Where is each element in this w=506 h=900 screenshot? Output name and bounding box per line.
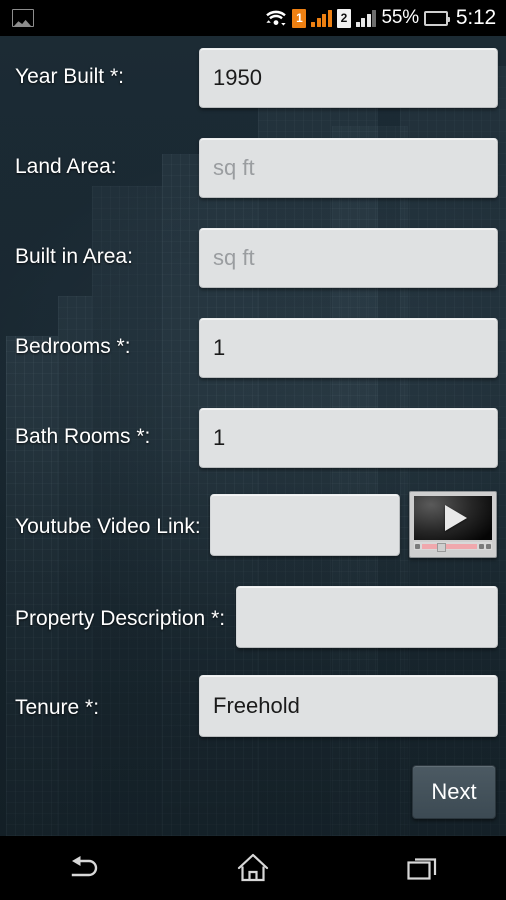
next-button[interactable]: Next <box>412 765 496 819</box>
status-bar-left <box>12 9 34 27</box>
nav-back-button[interactable] <box>0 855 169 881</box>
label-youtube-video-link: Youtube Video Link: <box>15 515 201 538</box>
nav-recents-button[interactable] <box>337 854 506 882</box>
input-tenure[interactable]: Freehold <box>199 675 498 737</box>
label-bedrooms: Bedrooms *: <box>15 335 131 358</box>
label-tenure: Tenure *: <box>15 696 100 719</box>
input-property-description[interactable] <box>236 586 498 648</box>
video-screen <box>414 496 492 540</box>
property-details-form: Year Built *: 1950 Land Area: sq ft Buil… <box>0 36 506 836</box>
sim1-badge: 1 <box>292 8 307 28</box>
label-property-description: Property Description *: <box>15 607 226 630</box>
input-youtube-video-link[interactable] <box>210 494 400 556</box>
status-bar: 1 2 55% 5:12 <box>0 0 506 36</box>
status-bar-right: 1 2 55% 5:12 <box>265 6 496 30</box>
navigation-bar <box>0 836 506 900</box>
label-built-in-area: Built in Area: <box>15 245 133 268</box>
wifi-icon <box>265 9 287 27</box>
label-land-area: Land Area: <box>15 155 117 178</box>
nav-home-button[interactable] <box>169 853 338 883</box>
sim2-badge: 2 <box>336 8 351 28</box>
signal-bars-icon-sim2 <box>355 9 377 27</box>
label-year-built: Year Built *: <box>15 65 124 88</box>
back-icon <box>67 855 101 881</box>
input-bedrooms[interactable]: 1 <box>199 318 498 378</box>
phone-screen: 1 2 55% 5:12 Year Built *: 1950 Land Are… <box>0 0 506 900</box>
battery-icon <box>423 10 450 26</box>
input-bath-rooms[interactable]: 1 <box>199 408 498 468</box>
input-land-area[interactable]: sq ft <box>199 138 498 198</box>
battery-percent: 55% <box>381 7 419 28</box>
home-icon <box>237 853 269 883</box>
clock: 5:12 <box>455 6 496 29</box>
recents-icon <box>406 854 438 882</box>
video-play-thumbnail-icon[interactable] <box>409 491 497 558</box>
label-bath-rooms: Bath Rooms *: <box>15 425 151 448</box>
video-seek-bar <box>414 542 492 552</box>
play-icon <box>445 505 467 531</box>
input-year-built[interactable]: 1950 <box>199 48 498 108</box>
gallery-icon <box>12 9 34 27</box>
signal-bars-icon-sim1 <box>311 9 332 27</box>
input-built-in-area[interactable]: sq ft <box>199 228 498 288</box>
